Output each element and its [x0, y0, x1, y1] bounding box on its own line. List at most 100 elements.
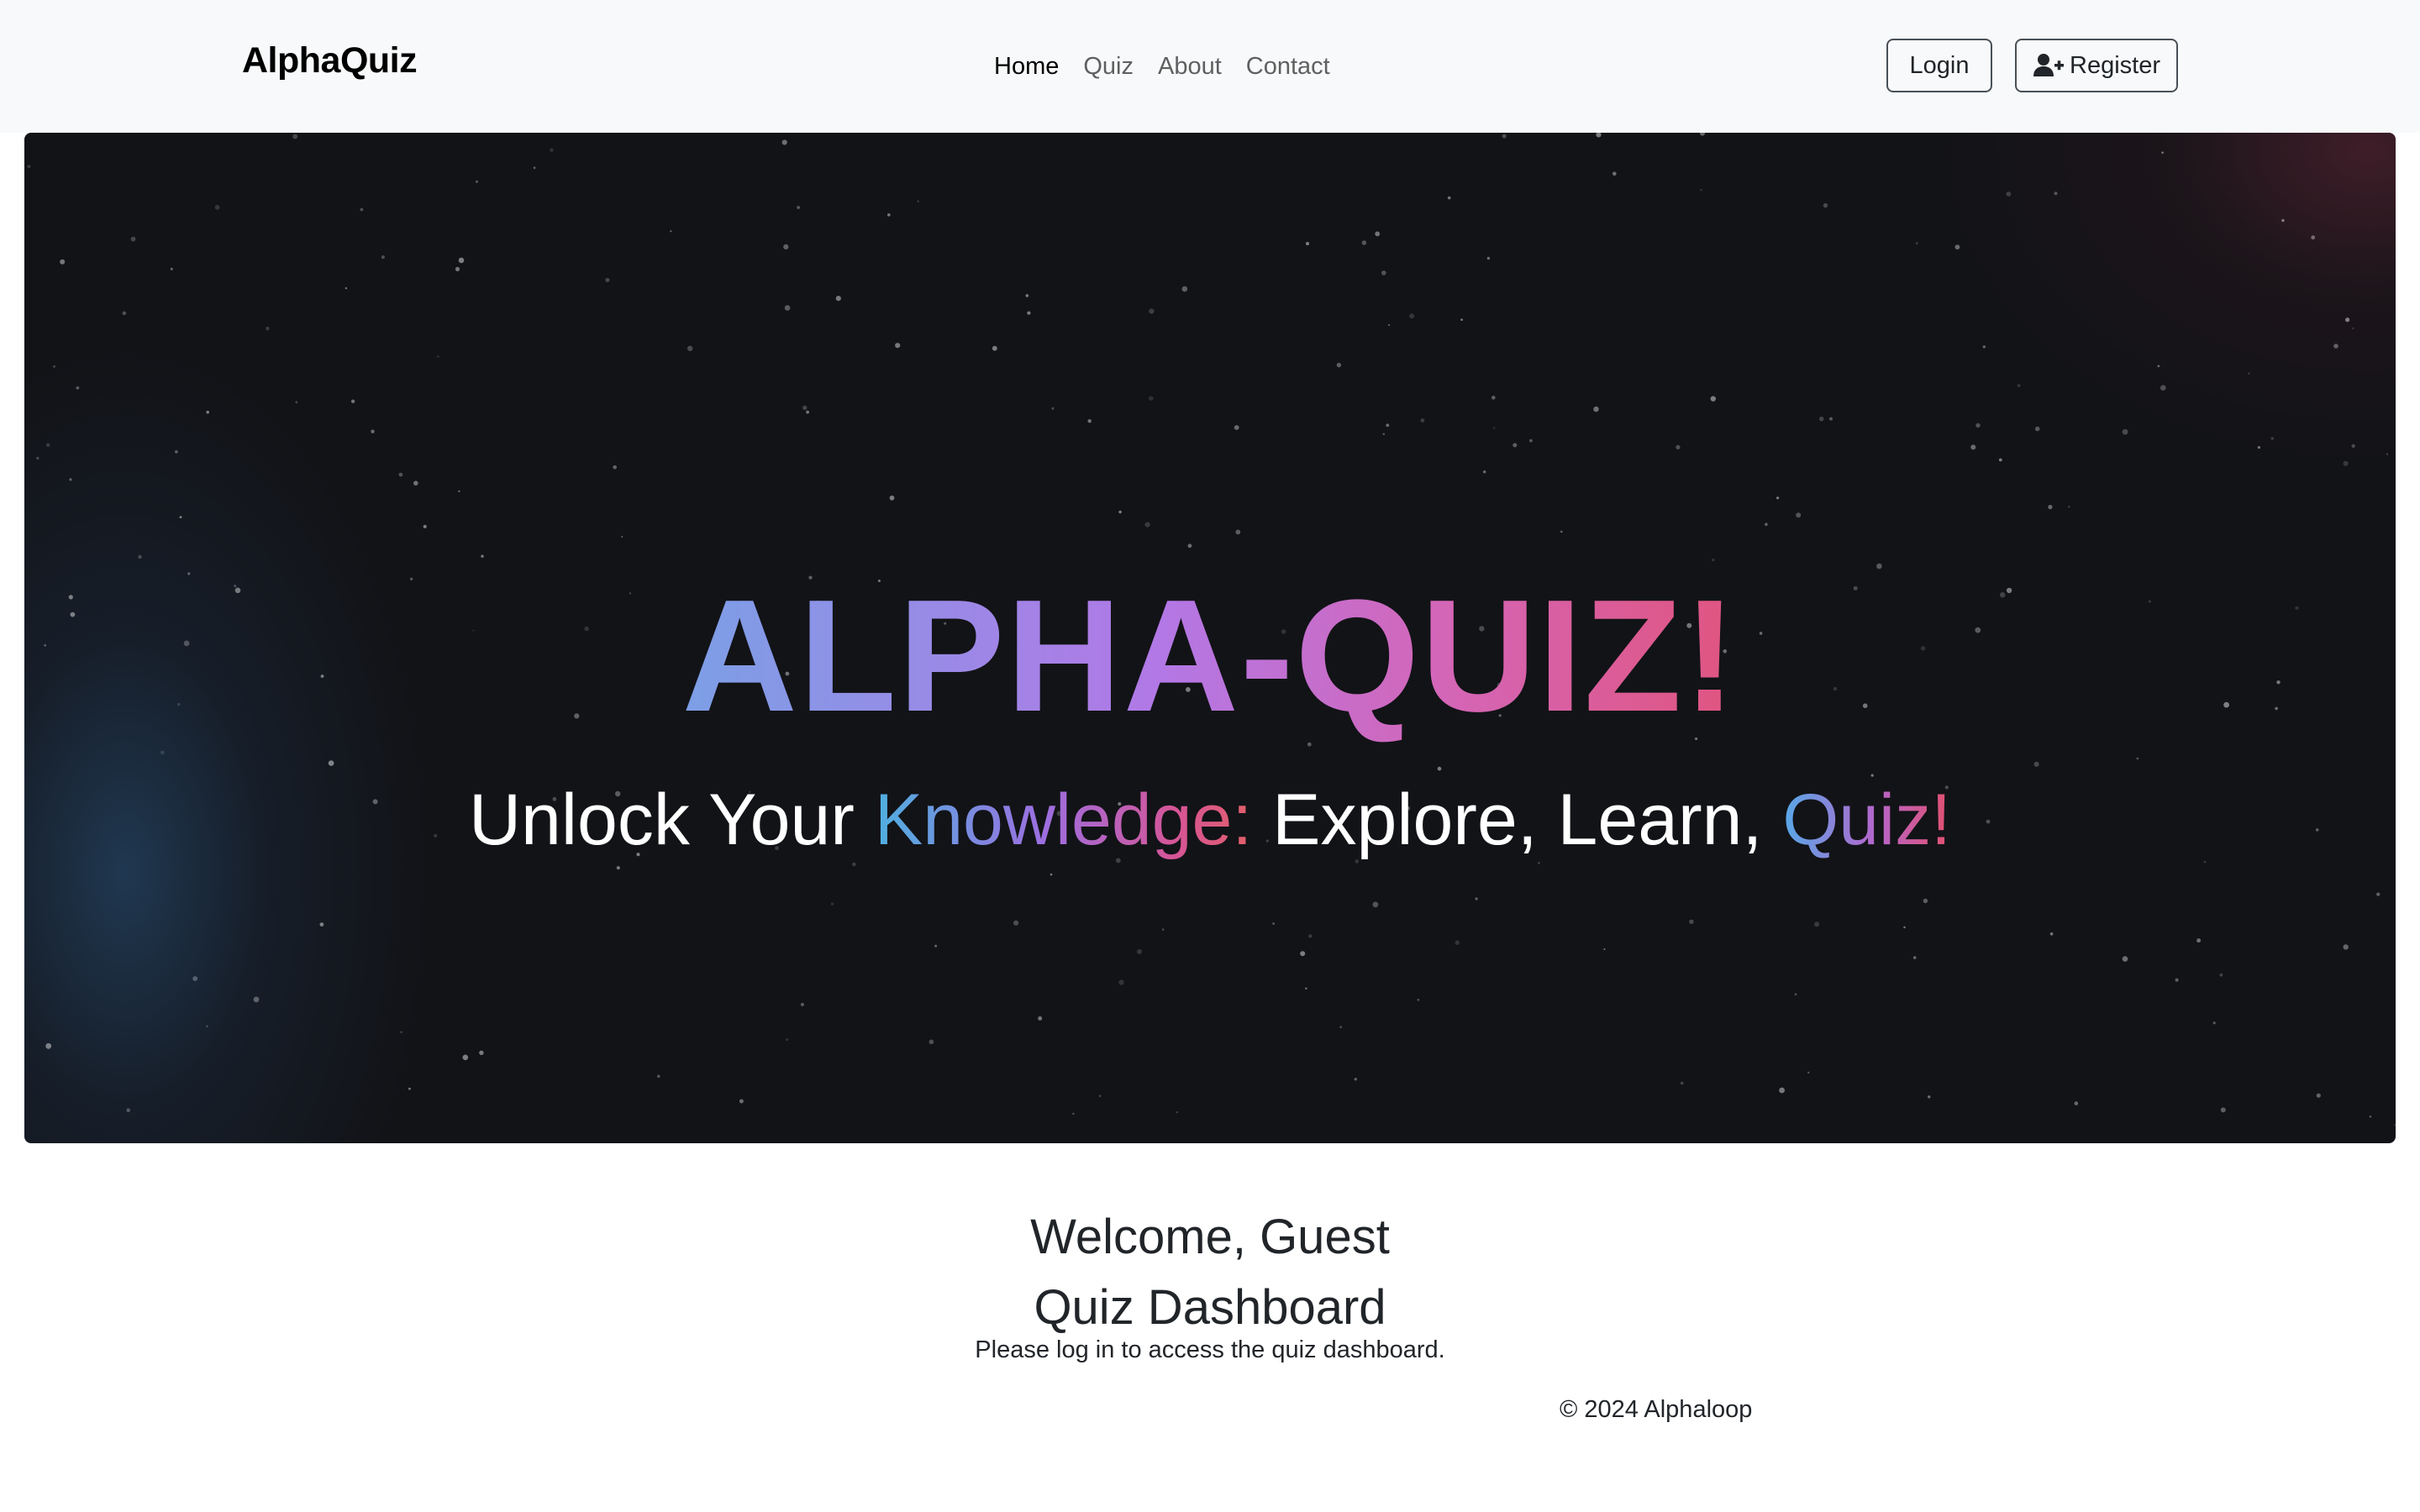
star [1339, 1026, 1343, 1029]
star [1305, 987, 1307, 990]
star [2369, 1115, 2372, 1118]
star [2033, 761, 2039, 767]
star [1912, 956, 1917, 959]
star [1417, 998, 1420, 1001]
star [45, 443, 50, 448]
star [1538, 862, 1540, 864]
star [1149, 308, 1155, 314]
dashboard-title: Quiz Dashboard [1034, 1280, 1386, 1336]
star [1779, 1087, 1786, 1094]
star [1794, 993, 1797, 995]
star [2068, 506, 2070, 508]
star [138, 554, 142, 559]
star [2343, 460, 2349, 466]
star [1970, 444, 1976, 450]
star [2345, 318, 2350, 323]
star [670, 230, 672, 233]
star [350, 399, 355, 403]
star [2394, 1124, 2396, 1126]
star [160, 750, 165, 755]
star [605, 277, 610, 282]
star [1087, 419, 1092, 423]
star [1387, 323, 1391, 327]
star [2333, 344, 2338, 349]
star [1923, 898, 1928, 904]
star [2270, 437, 2274, 440]
star [800, 1002, 804, 1006]
star [1680, 1081, 1684, 1085]
brand-logo[interactable]: AlphaQuiz [242, 40, 418, 81]
star [1235, 529, 1241, 535]
star [835, 296, 841, 302]
star [2160, 385, 2166, 391]
star [1098, 1095, 1102, 1097]
star [295, 401, 298, 404]
star [1710, 396, 1717, 402]
star [1560, 530, 1563, 533]
star [1306, 242, 1309, 245]
nav-link-contact[interactable]: Contact [1246, 52, 1330, 81]
star [2122, 956, 2128, 962]
star [1870, 774, 1874, 777]
star [1529, 438, 1533, 443]
star [1776, 496, 1780, 500]
star [292, 134, 298, 139]
star [1386, 423, 1390, 428]
star [2343, 944, 2349, 950]
star [2017, 384, 2021, 387]
star [1375, 231, 1381, 237]
star [1819, 417, 1824, 422]
nav-link-home[interactable]: Home [994, 52, 1059, 81]
star [319, 922, 324, 927]
star [1876, 563, 1882, 570]
welcome-heading: Welcome, Guest [1030, 1210, 1390, 1265]
star [1118, 979, 1124, 985]
star [806, 410, 809, 414]
star [2175, 978, 2179, 982]
star [360, 207, 364, 212]
star [1447, 196, 1451, 200]
star [476, 180, 478, 183]
star [1420, 418, 1425, 423]
star [2074, 1101, 2079, 1105]
star [917, 200, 919, 202]
star [1975, 423, 1981, 428]
star [1137, 948, 1142, 954]
star [2006, 192, 2012, 197]
star [887, 213, 891, 217]
register-button[interactable]: Register [2015, 39, 2178, 92]
star [1181, 286, 1188, 292]
user-plus-icon [2033, 53, 2065, 78]
star [1829, 417, 1833, 421]
star [1998, 458, 2002, 462]
star [2136, 757, 2139, 760]
star [889, 495, 895, 501]
star [830, 902, 834, 906]
star [929, 1039, 934, 1045]
star [2212, 1021, 2216, 1025]
star [2157, 365, 2160, 368]
star [1502, 134, 1507, 139]
star [1072, 1112, 1075, 1116]
star [1612, 171, 1617, 176]
footer-copyright: © 2024 Alphaloop [1560, 1396, 1753, 1423]
star [2351, 444, 2355, 449]
star [1460, 318, 1463, 321]
star [2352, 327, 2354, 330]
star [413, 480, 418, 486]
star [1149, 396, 1154, 402]
star [45, 1042, 52, 1049]
star [192, 976, 198, 981]
login-button[interactable]: Login [1886, 39, 1992, 92]
star [852, 862, 856, 867]
star [1982, 345, 1986, 349]
star [2311, 235, 2316, 240]
star [455, 266, 460, 271]
nav-link-about[interactable]: About [1158, 52, 1222, 81]
nav-link-quiz[interactable]: Quiz [1083, 52, 1134, 81]
star [481, 554, 484, 558]
star [187, 572, 191, 575]
star [2281, 218, 2285, 223]
star [175, 450, 178, 454]
star [1308, 934, 1313, 938]
